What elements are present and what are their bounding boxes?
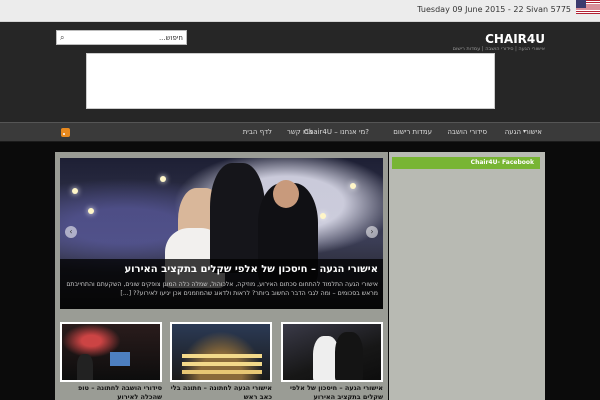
slider-caption: אישורי הגעה – חיסכון של אלפי שקלים בתקצי… bbox=[60, 259, 383, 309]
top-bar: Tuesday 09 June 2015 - 22 Sivan 5775 bbox=[0, 0, 600, 22]
post-title[interactable]: אישורי הגעה לחתונה – חתונה בלי כאב ראש bbox=[170, 384, 272, 400]
rss-icon[interactable] bbox=[61, 128, 70, 137]
post-thumbnail[interactable] bbox=[170, 322, 272, 382]
post-title[interactable]: סידורי הושבה לחתונה – טופ שהכלה לאירוע bbox=[60, 384, 162, 400]
post-thumbnail[interactable] bbox=[281, 322, 383, 382]
banner-area bbox=[86, 53, 495, 109]
post-thumbnail[interactable] bbox=[60, 322, 162, 382]
search-input[interactable] bbox=[71, 32, 183, 44]
facebook-widget-header: Chair4U- Facebook bbox=[392, 157, 540, 169]
slider-next-button[interactable]: › bbox=[366, 226, 378, 238]
post-title[interactable]: אישורי הגעה – חיסכון של אלפי שקלים בתקצי… bbox=[281, 384, 383, 400]
slider-title[interactable]: אישורי הגעה – חיסכון של אלפי שקלים בתקצי… bbox=[124, 264, 378, 275]
nav-item-seating[interactable]: סידורי הושבה bbox=[447, 128, 487, 136]
site-tagline: אישורי הגעה | סידורי הושבה | עמדות רישום bbox=[452, 46, 545, 52]
nav-item-home[interactable]: לדף הבית bbox=[243, 128, 272, 136]
search-icon[interactable]: ⌕ bbox=[60, 33, 64, 43]
chevron-down-icon: ▾ bbox=[523, 128, 527, 135]
slider-excerpt: אישורי הגעה התלמוד להתחום סכתום האירוע, … bbox=[66, 281, 378, 297]
search-box: ⌕ bbox=[56, 30, 187, 45]
featured-slider[interactable]: ‹ › אישורי הגעה – חיסכון של אלפי שקלים ב… bbox=[60, 158, 383, 309]
slider-prev-button[interactable]: ‹ bbox=[65, 226, 77, 238]
site-title[interactable]: CHAIR4U bbox=[485, 32, 545, 46]
main-nav: אישורי הגעה ▾ סידורי הושבה עמדות רישום C… bbox=[0, 122, 600, 142]
us-flag-icon[interactable] bbox=[576, 0, 600, 14]
widget-title: Chair4U- Facebook bbox=[470, 159, 534, 166]
nav-item-registration[interactable]: עמדות רישום bbox=[393, 128, 432, 136]
site-header: ⌕ CHAIR4U אישורי הגעה | סידורי הושבה | ע… bbox=[0, 22, 600, 122]
nav-item-about[interactable]: Chair4U – מי אנחנו? bbox=[304, 128, 369, 136]
sidebar bbox=[389, 152, 545, 400]
date-display: Tuesday 09 June 2015 - 22 Sivan 5775 bbox=[417, 5, 571, 14]
nav-item-contact[interactable]: צרו קשר bbox=[287, 128, 313, 136]
